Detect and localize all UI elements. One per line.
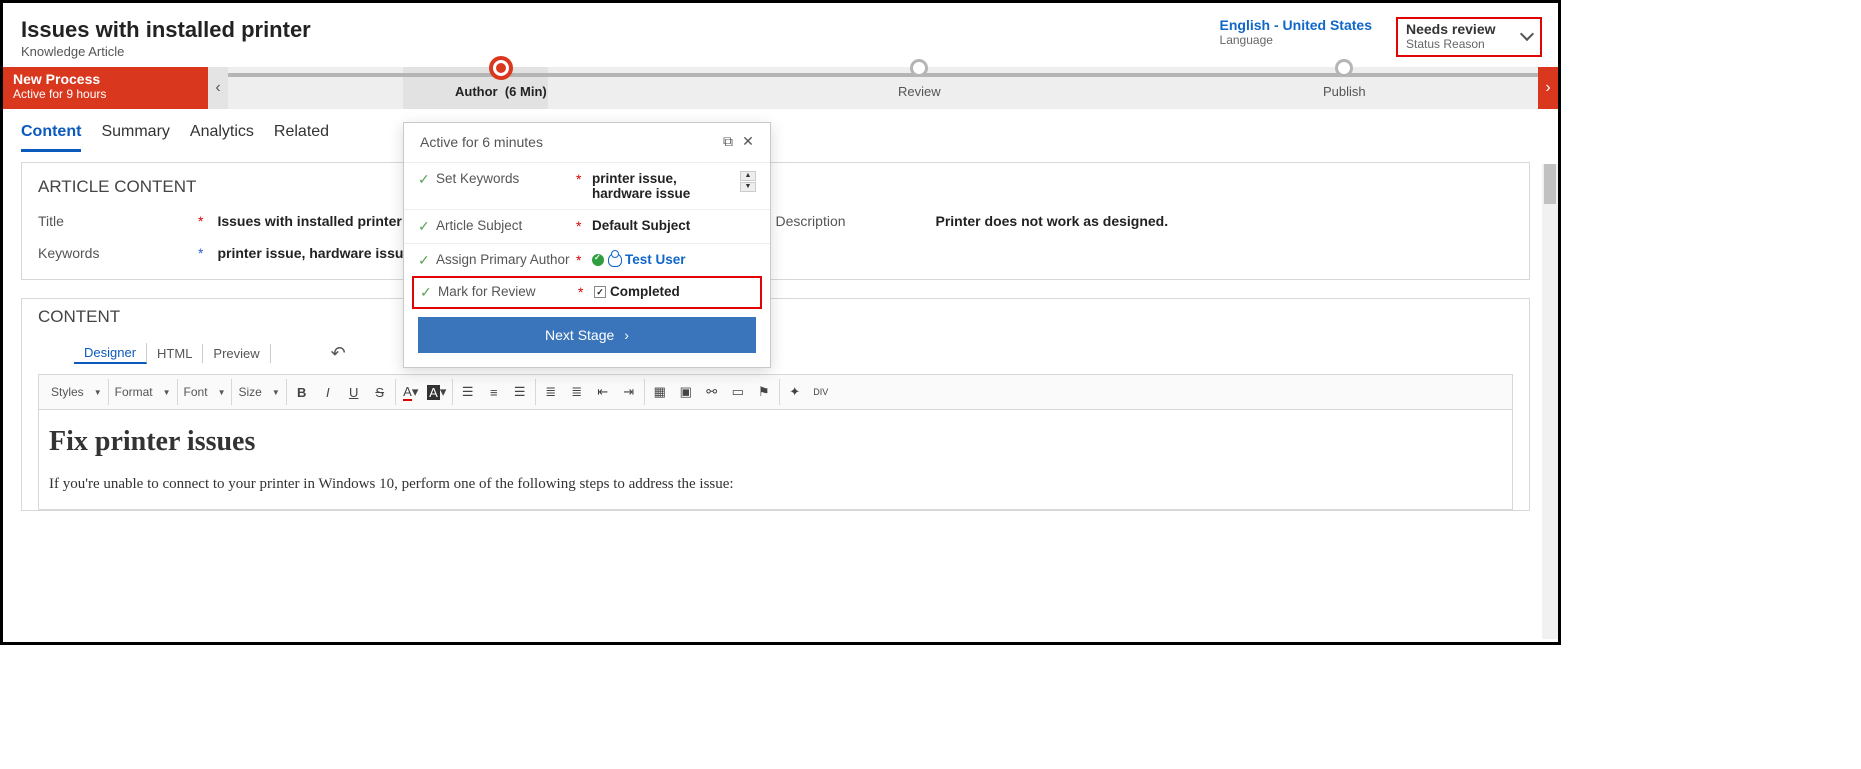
tab-content[interactable]: Content [21,119,81,152]
next-stage-button[interactable]: Next Stage› [418,317,756,353]
presence-icon [592,254,604,266]
tab-related[interactable]: Related [274,119,329,152]
article-content-panel: ARTICLE CONTENT Title * Issues with inst… [21,162,1530,280]
field-label-keywords: Keywords [38,245,198,261]
field-value-description[interactable]: Printer does not work as designed. [936,213,1169,229]
tab-summary[interactable]: Summary [101,119,169,152]
header-language[interactable]: English - United States Language [1220,17,1372,47]
field-value-title[interactable]: Issues with installed printer [217,213,401,229]
check-icon: ✓ [418,171,432,188]
required-icon: * [576,218,588,234]
editor-body[interactable]: Fix printer issues If you're unable to c… [38,410,1513,510]
numbered-list-button[interactable]: ≣ [540,381,562,403]
check-icon: ✓ [418,252,432,269]
process-bar: New Process Active for 9 hours ‹ Author … [3,67,1558,109]
chevron-right-icon: › [624,327,629,343]
field-label-title: Title [38,213,198,229]
stage-review[interactable]: Review [898,59,941,99]
editor-paragraph: If you're unable to connect to your prin… [49,476,1502,493]
check-icon: ✓ [418,218,432,235]
header-language-label: Language [1220,33,1372,47]
header-language-value: English - United States [1220,17,1372,33]
page-entity-label: Knowledge Article [21,44,1220,59]
embed-button[interactable]: ▭ [727,381,749,403]
outdent-button[interactable]: ⇤ [592,381,614,403]
editor-heading: Fix printer issues [49,426,1502,458]
header-status-value: Needs review [1406,21,1510,37]
header-status-label: Status Reason [1406,37,1510,51]
stage-flyout: Active for 6 minutes ⧉ ✕ ✓ Set Keywords … [403,122,771,368]
div-button[interactable]: DIV [810,381,832,403]
close-icon[interactable]: ✕ [738,133,758,150]
table-button[interactable]: ▦ [649,381,671,403]
align-center-button[interactable]: ≡ [483,381,505,403]
field-label-description: Description [776,213,936,229]
editor-tab-html[interactable]: HTML [147,344,203,363]
indent-button[interactable]: ⇥ [618,381,640,403]
person-icon [608,253,622,267]
chevron-down-icon [1520,27,1534,41]
flyout-row-subject[interactable]: ✓ Article Subject * Default Subject [404,209,770,243]
process-name: New Process [13,71,198,87]
toolbar-format-select[interactable]: Format▼ [109,379,178,405]
sparkle-button[interactable]: ✦ [784,381,806,403]
flyout-active-text: Active for 6 minutes [420,134,718,150]
process-badge[interactable]: New Process Active for 9 hours [3,67,208,109]
italic-button[interactable]: I [317,381,339,403]
flyout-row-author[interactable]: ✓ Assign Primary Author * Test User [404,243,770,277]
spinner-control[interactable]: ▲▼ [740,171,756,192]
page-title: Issues with installed printer [21,17,1220,43]
stage-publish-indicator [1335,59,1353,77]
stage-publish[interactable]: Publish [1323,59,1366,99]
vertical-scrollbar[interactable] [1542,164,1558,639]
field-value-keywords[interactable]: printer issue, hardware issue [217,245,411,261]
flyout-row-keywords[interactable]: ✓ Set Keywords * printer issue, hardware… [404,162,770,209]
process-next-button[interactable]: › [1538,67,1558,109]
flag-button[interactable]: ⚑ [753,381,775,403]
text-color-button[interactable]: A▾ [400,381,422,403]
required-icon: * [578,284,590,300]
form-tabs: Content Summary Analytics Related [3,109,1558,152]
required-icon: * [198,213,203,229]
bullet-list-button[interactable]: ≣ [566,381,588,403]
editor-view-tabs: Designer HTML Preview ↶ [38,339,1513,370]
link-button[interactable]: ⚯ [701,381,723,403]
toolbar-font-select[interactable]: Font▼ [178,379,233,405]
stage-author[interactable]: Author (6 Min) [455,59,547,99]
editor-tab-preview[interactable]: Preview [203,344,270,363]
checkbox-icon[interactable]: ✓ [594,286,606,298]
content-section-title: CONTENT [38,303,1513,339]
toolbar-styles-select[interactable]: Styles▼ [45,379,109,405]
bg-color-button[interactable]: A▾ [426,381,448,403]
header-status-reason[interactable]: Needs review Status Reason [1396,17,1542,57]
tab-analytics[interactable]: Analytics [190,119,254,152]
process-active-for: Active for 9 hours [13,87,198,101]
image-button[interactable]: ▣ [675,381,697,403]
stage-author-indicator [489,56,513,80]
flyout-row-mark-review[interactable]: ✓ Mark for Review * ✓Completed [412,276,762,309]
align-right-button[interactable]: ☰ [509,381,531,403]
align-left-button[interactable]: ☰ [457,381,479,403]
editor-tab-designer[interactable]: Designer [74,343,147,364]
toolbar-size-select[interactable]: Size▼ [232,379,286,405]
stage-review-indicator [910,59,928,77]
underline-button[interactable]: U [343,381,365,403]
article-content-title: ARTICLE CONTENT [38,173,1513,205]
required-icon: * [576,171,588,187]
required-icon: * [576,252,588,268]
strikethrough-button[interactable]: S [369,381,391,403]
editor-toolbar: Styles▼ Format▼ Font▼ Size▼ B I U S A▾ A… [38,374,1513,410]
content-panel: CONTENT Designer HTML Preview ↶ Styles▼ … [21,298,1530,511]
page-header: Issues with installed printer Knowledge … [3,3,1558,67]
bold-button[interactable]: B [291,381,313,403]
recommended-icon: * [198,245,203,261]
popout-icon[interactable]: ⧉ [718,133,738,150]
check-icon: ✓ [420,284,434,301]
undo-button[interactable]: ↶ [331,343,346,364]
process-prev-button[interactable]: ‹ [208,67,228,109]
